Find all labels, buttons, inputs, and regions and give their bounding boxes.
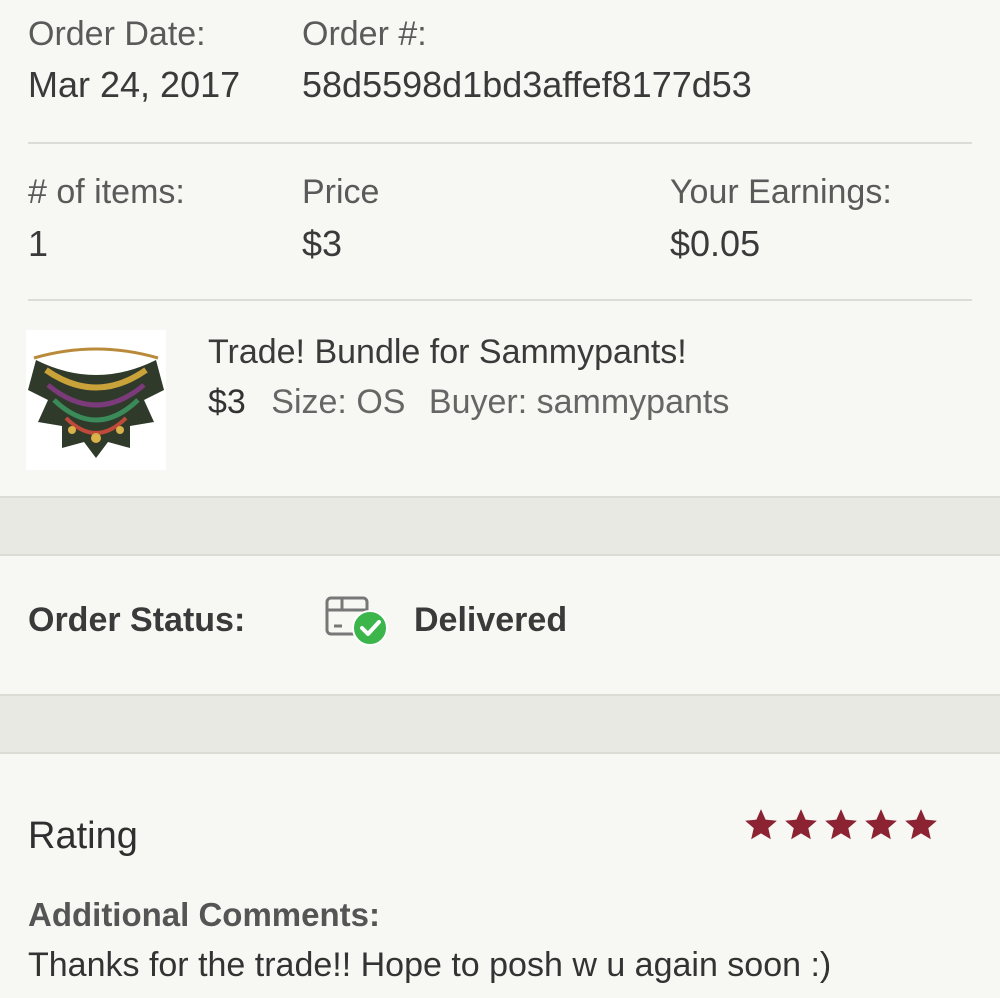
order-number-label: Order #:: [302, 15, 427, 53]
star-icon: [825, 809, 857, 840]
section-separator: [0, 496, 1000, 556]
order-date-label: Order Date:: [28, 15, 206, 53]
star-icon: [785, 809, 817, 840]
item-title[interactable]: Trade! Bundle for Sammypants!: [208, 333, 687, 372]
necklace-thumbnail-icon: [26, 330, 166, 470]
star-icon: [865, 809, 897, 840]
order-status-label: Order Status:: [28, 601, 246, 639]
order-status-value: Delivered: [414, 601, 568, 639]
price-value: $3: [302, 223, 343, 264]
items-count-value: 1: [28, 223, 49, 264]
package-delivered-icon: [324, 590, 390, 650]
star-icon: [745, 809, 777, 840]
earnings-value: $0.05: [670, 223, 761, 264]
price-label: Price: [302, 173, 380, 211]
section-separator: [0, 694, 1000, 754]
item-size: Size: OS: [271, 383, 406, 421]
order-number-value: 58d5598d1bd3affef8177d53: [302, 64, 752, 105]
item-price: $3: [208, 383, 246, 421]
earnings-label: Your Earnings:: [670, 173, 892, 211]
order-date-value: Mar 24, 2017: [28, 64, 241, 105]
item-meta: $3 Size: OS Buyer: sammypants: [208, 383, 743, 422]
items-count-label: # of items:: [28, 173, 185, 211]
item-thumbnail[interactable]: [26, 330, 166, 470]
additional-comments-label: Additional Comments:: [28, 896, 380, 933]
divider: [28, 142, 972, 144]
item-buyer[interactable]: Buyer: sammypants: [429, 383, 729, 421]
additional-comments-text: Thanks for the trade!! Hope to posh w u …: [28, 946, 832, 984]
rating-stars: [742, 806, 940, 850]
star-icon: [905, 809, 937, 840]
divider: [28, 299, 972, 301]
rating-label: Rating: [28, 815, 138, 857]
